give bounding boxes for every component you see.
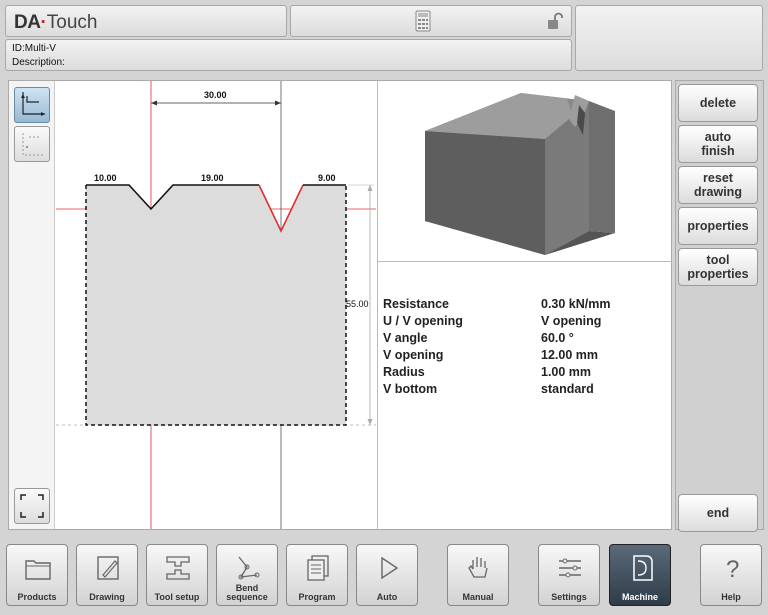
- help-icon: ?: [726, 556, 739, 583]
- property-key: Radius: [383, 365, 425, 379]
- nav-bend-sequence[interactable]: Bend sequence: [216, 544, 278, 606]
- auto-finish-button[interactable]: auto finish: [678, 125, 758, 163]
- coordinate-mode-button[interactable]: [14, 126, 50, 162]
- property-key: V angle: [383, 331, 428, 345]
- draw-corner-icon: [21, 92, 45, 116]
- program-icon: [307, 555, 329, 581]
- property-value: V opening: [541, 314, 602, 328]
- settings-icon: [559, 558, 581, 578]
- property-key: V bottom: [383, 382, 438, 396]
- fit-view-button[interactable]: [14, 488, 50, 524]
- nav-machine[interactable]: Machine: [609, 544, 671, 606]
- bottom-nav: Products Drawing Tool setup Bend sequenc…: [0, 538, 768, 615]
- tool-3d-preview[interactable]: [379, 83, 671, 259]
- nav-label: Help: [721, 592, 741, 602]
- property-row: Radius 1.00 mm: [383, 364, 663, 381]
- dim-top-text: 30.00: [204, 90, 227, 100]
- property-key: V opening: [383, 348, 444, 362]
- panel-divider: [378, 261, 672, 262]
- delete-button[interactable]: delete: [678, 84, 758, 122]
- property-value: standard: [541, 382, 594, 396]
- property-value: 0.30 kN/mm: [541, 297, 611, 311]
- info-box: [575, 5, 763, 71]
- nav-label: Program: [298, 592, 336, 602]
- status-box: [290, 5, 572, 37]
- svg-text:?: ?: [726, 556, 739, 583]
- properties-button[interactable]: properties: [678, 207, 758, 245]
- nav-label: Machine: [621, 592, 658, 602]
- tool-id: ID:Multi-V: [12, 43, 56, 54]
- tool-properties-button[interactable]: tool properties: [678, 248, 758, 286]
- nav-help[interactable]: ? Help: [700, 544, 762, 606]
- property-value: 1.00 mm: [541, 365, 592, 379]
- nav-settings[interactable]: Settings: [538, 544, 600, 606]
- nav-products[interactable]: Products: [6, 544, 68, 606]
- nav-label: Tool setup: [154, 592, 200, 602]
- dim-left-flat-text: 10.00: [94, 173, 117, 183]
- dim-mid-flat-text: 19.00: [201, 173, 224, 183]
- properties-list: Resistance 0.30 kN/mm U / V opening V open…: [383, 296, 663, 398]
- end-button[interactable]: end: [678, 494, 758, 532]
- property-value: 60.0 °: [541, 331, 574, 345]
- unlock-icon[interactable]: [547, 12, 563, 30]
- nav-program[interactable]: Program: [286, 544, 348, 606]
- property-row: V angle 60.0 °: [383, 330, 663, 347]
- nav-label: Auto: [376, 592, 398, 602]
- property-row: U / V opening V opening: [383, 313, 663, 330]
- nav-label: Products: [17, 592, 57, 602]
- nav-label: Manual: [462, 592, 494, 602]
- property-value: 12.00 mm: [541, 348, 598, 362]
- brand-touch: Touch: [46, 12, 98, 33]
- property-row: V bottom standard: [383, 381, 663, 398]
- hand-icon: [468, 557, 488, 578]
- tool-drawing[interactable]: 30.00 10.00 19.00 9.00 55.00: [56, 81, 376, 529]
- draw-mode-button[interactable]: [14, 87, 50, 123]
- property-key: Resistance: [383, 297, 450, 311]
- nav-label: Bend sequence: [226, 583, 268, 602]
- id-bar: ID:Multi-V Description:: [5, 39, 572, 71]
- dim-height-text: 55.00: [346, 299, 369, 309]
- nav-auto[interactable]: Auto: [356, 544, 418, 606]
- nav-tool-setup[interactable]: Tool setup: [146, 544, 208, 606]
- property-row: V opening 12.00 mm: [383, 347, 663, 364]
- property-key: U / V opening: [383, 314, 463, 328]
- nav-label: Settings: [551, 592, 587, 602]
- nav-manual[interactable]: Manual: [447, 544, 509, 606]
- play-icon: [381, 556, 399, 580]
- tool-setup-icon: [166, 556, 190, 580]
- view-divider: [377, 81, 378, 529]
- folder-icon: [25, 560, 51, 580]
- drawing-tools: [9, 81, 55, 529]
- reset-drawing-button[interactable]: reset drawing: [678, 166, 758, 204]
- brand-logo: DA·Touch: [5, 5, 287, 37]
- calculator-icon[interactable]: [415, 10, 431, 32]
- machine-icon: [633, 555, 653, 581]
- bend-sequence-icon: [238, 556, 260, 580]
- brand-da: DA: [14, 12, 41, 33]
- fit-screen-icon: [20, 494, 44, 518]
- property-row: Resistance 0.30 kN/mm: [383, 296, 663, 313]
- dim-right-flat-text: 9.00: [318, 173, 336, 183]
- nav-drawing[interactable]: Drawing: [76, 544, 138, 606]
- main-area: 30.00 10.00 19.00 9.00 55.00 Resistance 0…: [8, 80, 672, 530]
- tool-description: Description:: [12, 57, 65, 68]
- pencil-icon: [97, 556, 119, 580]
- coordinate-icon: [22, 133, 45, 156]
- nav-label: Drawing: [89, 592, 125, 602]
